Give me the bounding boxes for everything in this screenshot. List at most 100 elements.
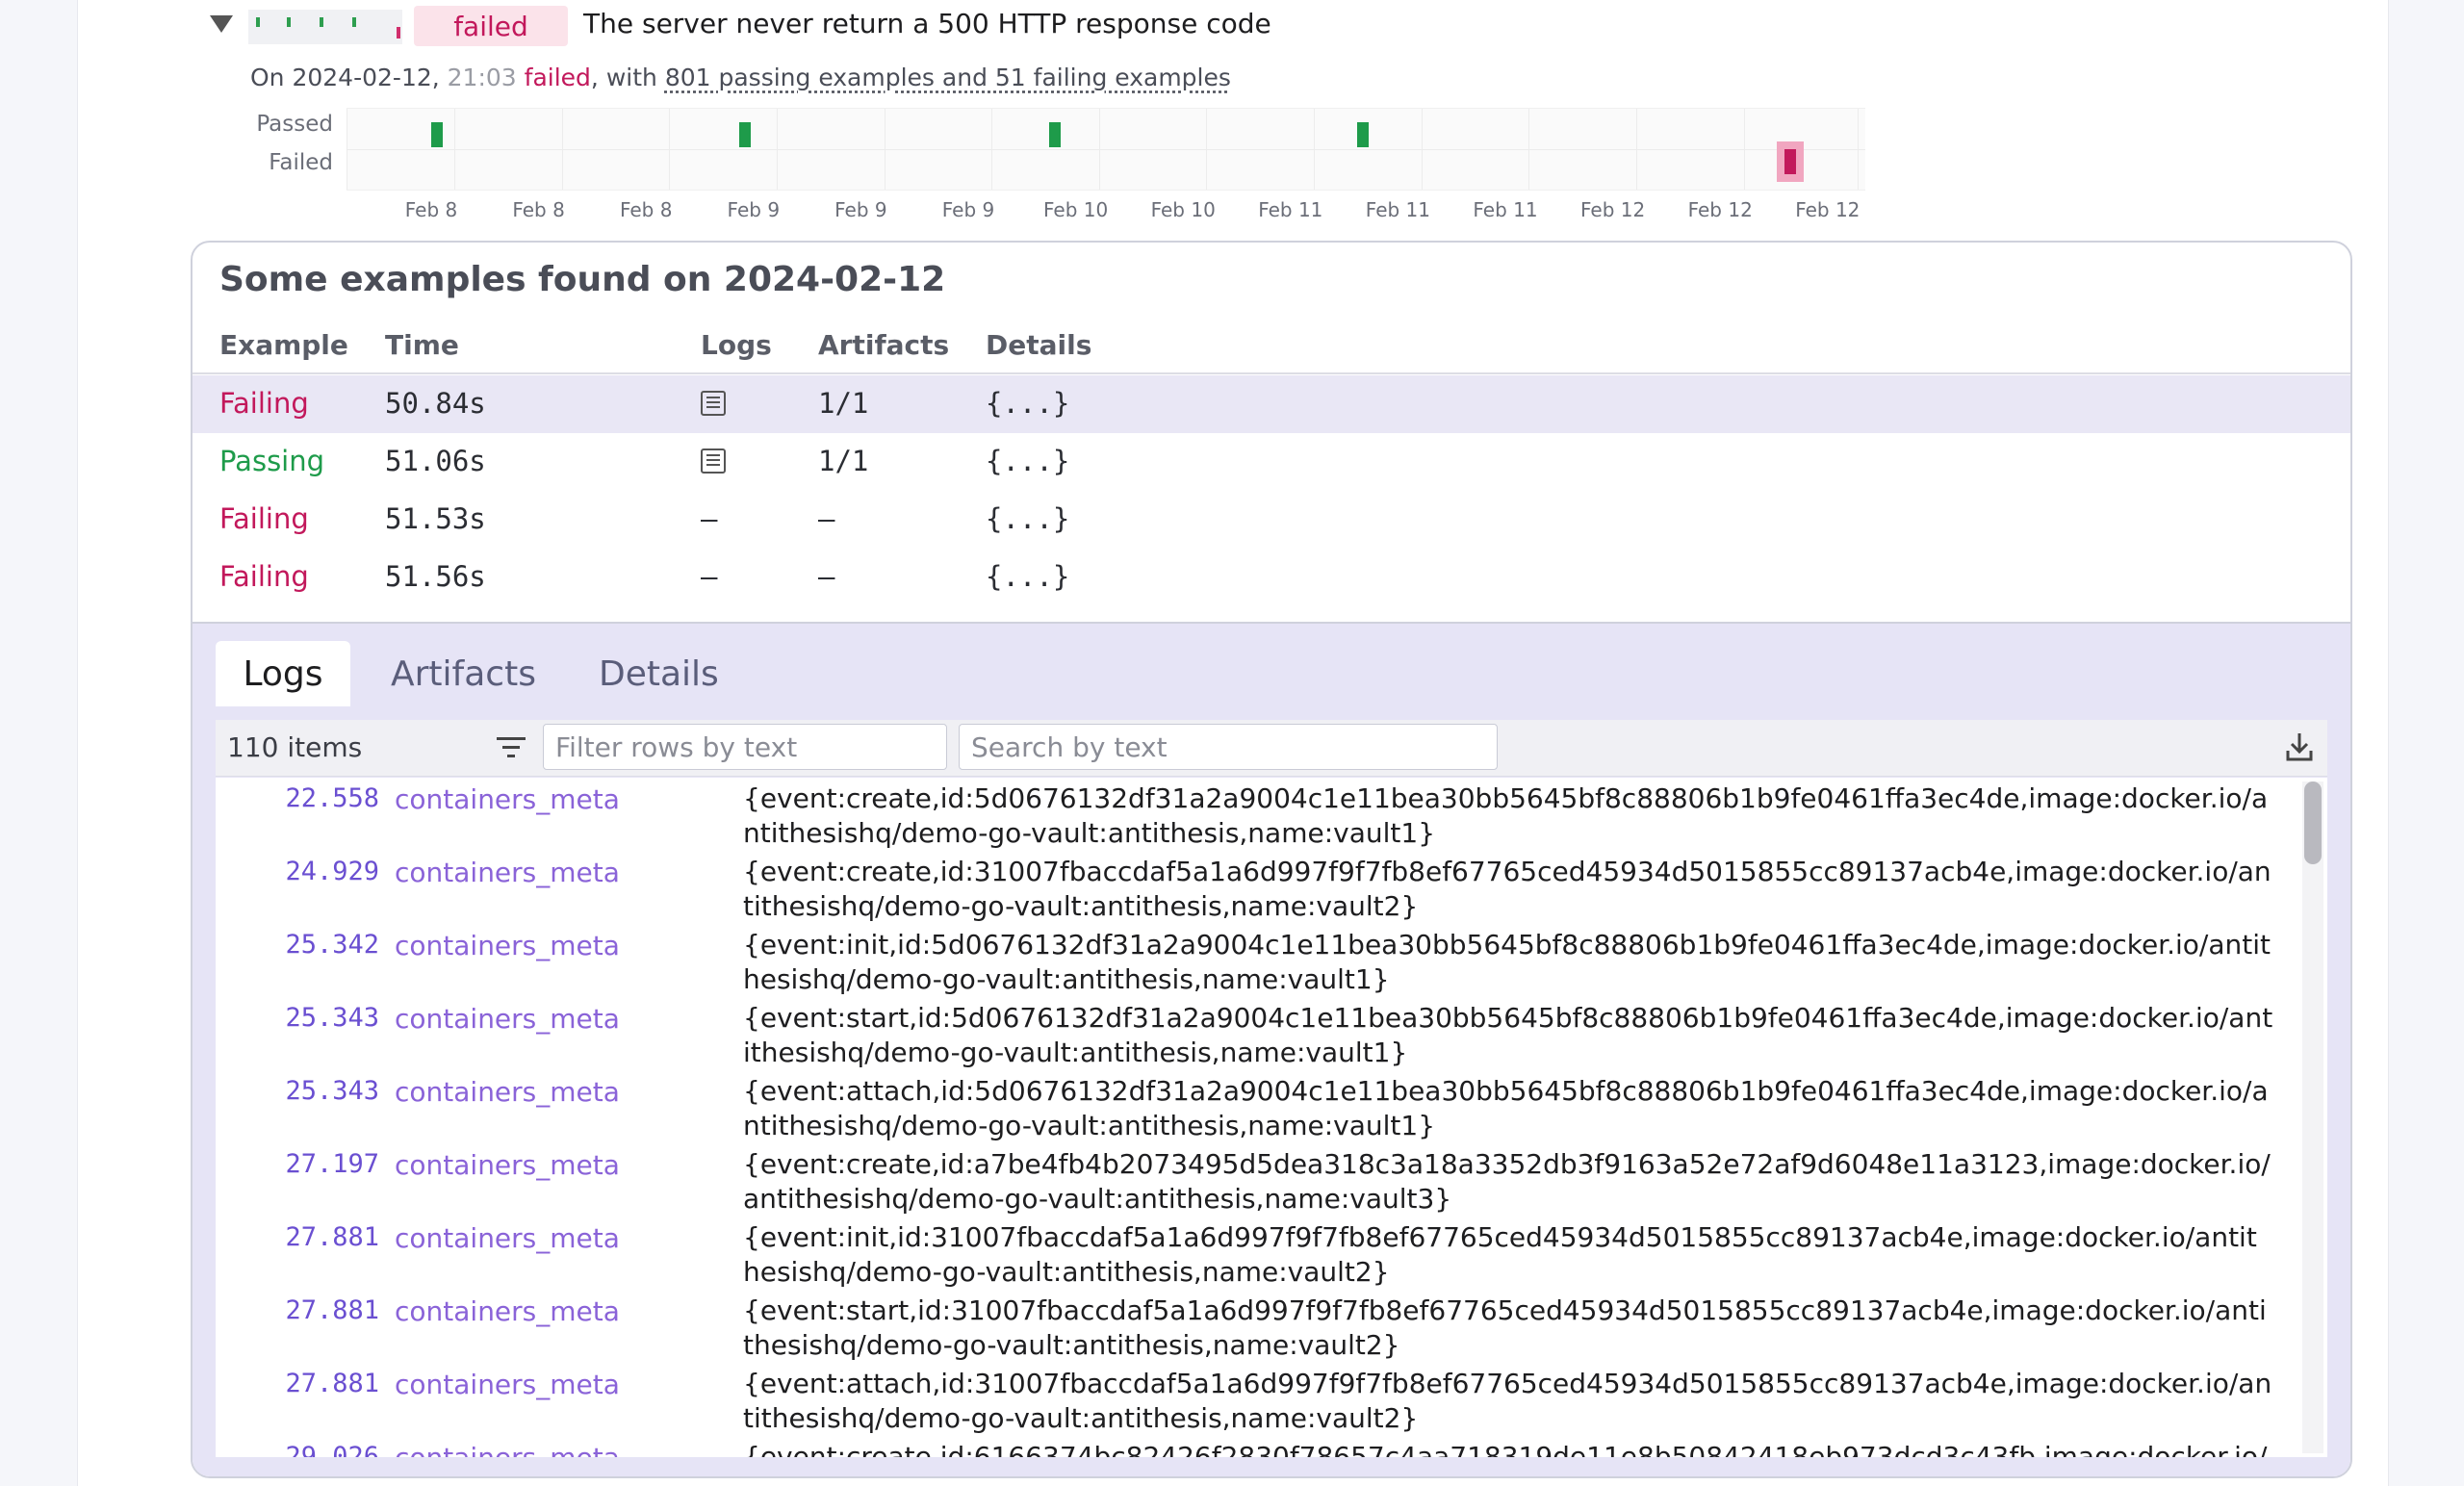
example-detail-pane: Logs Artifacts Details 110 items 22.558 c… xyxy=(192,622,2350,1476)
timeline-tick-label: Feb 10 xyxy=(1150,198,1216,221)
filter-rows-input[interactable] xyxy=(543,724,947,770)
timeline-tick-label: Feb 11 xyxy=(1365,198,1430,221)
example-logs: – xyxy=(701,502,718,535)
example-artifacts[interactable]: 1/1 xyxy=(818,387,868,420)
timeline-fail-mark[interactable] xyxy=(1777,141,1804,182)
timeline-tick-label: Feb 8 xyxy=(404,198,458,221)
example-details[interactable]: {...} xyxy=(986,445,1069,477)
timeline-pass-mark[interactable] xyxy=(431,122,443,147)
download-icon[interactable] xyxy=(2285,731,2314,762)
log-row[interactable]: 27.881 containers_meta {event:attach,id:31… xyxy=(216,1365,2275,1438)
timeline-tick-label: Feb 10 xyxy=(1042,198,1109,221)
timeline-chart[interactable] xyxy=(346,108,1865,191)
log-row[interactable]: 25.343 containers_meta {event:start,id:5d0… xyxy=(216,999,2275,1072)
log-source: containers_meta xyxy=(395,930,620,961)
tab-details[interactable]: Details xyxy=(572,641,746,706)
log-message: {event:start,id:31007fbaccdaf5a1a6d997f9… xyxy=(743,1294,2267,1361)
log-source: containers_meta xyxy=(395,857,620,888)
example-status[interactable]: Failing xyxy=(219,560,309,593)
log-list-icon[interactable] xyxy=(701,448,726,474)
log-message: {event:create,id:31007fbaccdaf5a1a6d997f… xyxy=(743,856,2272,922)
items-count: 110 items xyxy=(227,731,363,763)
example-row[interactable]: Failing 51.56s – – {...} xyxy=(192,549,2350,606)
col-header-artifacts: Artifacts xyxy=(818,329,950,361)
timeline-tick-label: Feb 11 xyxy=(1473,198,1538,221)
log-list[interactable]: 22.558 containers_meta {event:create,id:5d… xyxy=(216,778,2327,1457)
log-source: containers_meta xyxy=(395,1149,620,1181)
property-title: The server never return a 500 HTTP respo… xyxy=(583,8,1271,39)
example-row[interactable]: Failing 51.53s – – {...} xyxy=(192,491,2350,549)
log-source: containers_meta xyxy=(395,1369,620,1400)
search-text-input[interactable] xyxy=(959,724,1498,770)
timeline-passed-label: Passed xyxy=(256,112,333,137)
log-row[interactable]: 27.197 containers_meta {event:create,id:a7… xyxy=(216,1145,2275,1218)
col-header-example: Example xyxy=(219,329,348,361)
log-timestamp: 27.197 xyxy=(285,1149,379,1179)
examples-title: Some examples found on 2024-02-12 xyxy=(219,260,946,299)
examples-card: Some examples found on 2024-02-12 Exampl… xyxy=(191,241,2352,1478)
tab-logs[interactable]: Logs xyxy=(216,641,350,706)
property-summary: On 2024-02-12, 21:03 failed, with 801 pa… xyxy=(250,64,1231,91)
example-time: 51.56s xyxy=(385,560,486,593)
log-row[interactable]: 22.558 containers_meta {event:create,id:5d… xyxy=(216,780,2275,853)
example-status[interactable]: Passing xyxy=(219,445,324,477)
log-source: containers_meta xyxy=(395,1076,620,1108)
example-artifacts[interactable]: – xyxy=(818,502,834,535)
log-scroll-thumb[interactable] xyxy=(2304,781,2322,864)
timeline-tick-label: Feb 12 xyxy=(1795,198,1861,221)
timeline-tick-label: Feb 12 xyxy=(1687,198,1753,221)
status-sparkline xyxy=(248,10,402,44)
log-row[interactable]: 25.342 containers_meta {event:init,id:5d06… xyxy=(216,926,2275,999)
log-list-icon[interactable] xyxy=(701,391,726,416)
example-time: 51.06s xyxy=(385,445,486,477)
example-artifacts[interactable]: – xyxy=(818,560,834,593)
example-artifacts[interactable]: 1/1 xyxy=(818,445,868,477)
log-timestamp: 22.558 xyxy=(285,783,379,813)
log-row[interactable]: 29.026 containers_meta {event:create,id:61… xyxy=(216,1438,2275,1457)
status-badge: failed xyxy=(414,6,568,46)
examples-summary-link[interactable]: 801 passing examples and 51 failing exam… xyxy=(665,64,1231,91)
log-timestamp: 27.881 xyxy=(285,1222,379,1252)
timeline-tick-label: Feb 11 xyxy=(1258,198,1323,221)
timeline-pass-mark[interactable] xyxy=(1049,122,1061,147)
log-toolbar: 110 items xyxy=(216,720,2327,777)
timeline-failed-label: Failed xyxy=(269,150,333,175)
col-header-details: Details xyxy=(986,329,1092,361)
log-timestamp: 25.343 xyxy=(285,1076,379,1106)
timeline-tick-label: Feb 12 xyxy=(1579,198,1646,221)
log-row[interactable]: 27.881 containers_meta {event:start,id:310… xyxy=(216,1292,2275,1365)
log-timestamp: 25.343 xyxy=(285,1003,379,1033)
log-timestamp: 25.342 xyxy=(285,930,379,960)
log-source: containers_meta xyxy=(395,783,620,815)
log-row[interactable]: 25.343 containers_meta {event:attach,id:5d… xyxy=(216,1072,2275,1145)
timeline-pass-mark[interactable] xyxy=(1357,122,1369,147)
timeline-tick-label: Feb 8 xyxy=(512,198,565,221)
log-source: containers_meta xyxy=(395,1442,620,1457)
log-timestamp: 29.026 xyxy=(285,1442,379,1457)
example-row[interactable]: Passing 51.06s 1/1 {...} xyxy=(192,433,2350,491)
example-status[interactable]: Failing xyxy=(219,387,309,420)
log-row[interactable]: 24.929 containers_meta {event:create,id:31… xyxy=(216,853,2275,926)
example-details[interactable]: {...} xyxy=(986,502,1069,535)
example-row[interactable]: Failing 50.84s 1/1 {...} xyxy=(192,375,2350,433)
col-header-logs: Logs xyxy=(701,329,772,361)
log-scrollbar[interactable] xyxy=(2302,781,2323,1453)
timeline-tick-label: Feb 9 xyxy=(727,198,781,221)
log-message: {event:create,id:a7be4fb4b2073495d5dea31… xyxy=(743,1148,2271,1215)
log-timestamp: 27.881 xyxy=(285,1295,379,1325)
timeline-tick-label: Feb 9 xyxy=(941,198,995,221)
log-timestamp: 24.929 xyxy=(285,857,379,886)
collapse-caret-icon[interactable] xyxy=(210,15,233,33)
example-status[interactable]: Failing xyxy=(219,502,309,535)
tab-artifacts[interactable]: Artifacts xyxy=(364,641,563,706)
example-details[interactable]: {...} xyxy=(986,387,1069,420)
example-details[interactable]: {...} xyxy=(986,560,1069,593)
example-time: 51.53s xyxy=(385,502,486,535)
timeline-pass-mark[interactable] xyxy=(739,122,751,147)
timeline-tick-label: Feb 8 xyxy=(619,198,673,221)
log-row[interactable]: 27.881 containers_meta {event:init,id:3100… xyxy=(216,1218,2275,1292)
log-message: {event:create,id:5d0676132df31a2a9004c1e… xyxy=(743,782,2269,849)
filter-icon[interactable] xyxy=(497,733,526,760)
log-message: {event:start,id:5d0676132df31a2a9004c1e1… xyxy=(743,1002,2273,1068)
log-source: containers_meta xyxy=(395,1295,620,1327)
